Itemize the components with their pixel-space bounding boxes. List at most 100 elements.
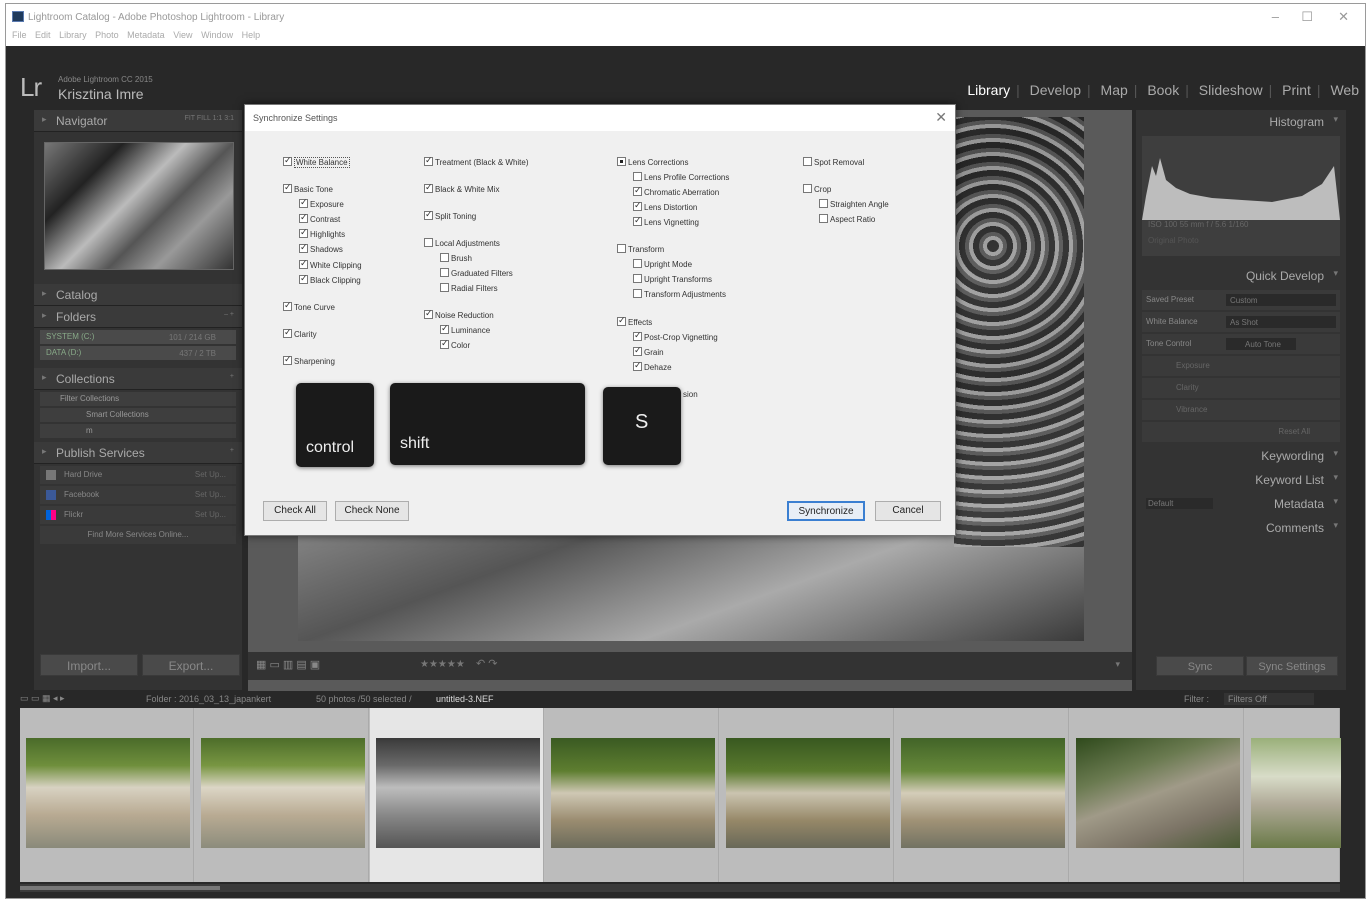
checkbox-black-clipping[interactable]: Black Clipping — [299, 273, 361, 286]
checkbox-noise-reduction[interactable]: Noise Reduction — [424, 308, 494, 321]
checkbox-luminance[interactable]: Luminance — [440, 323, 490, 336]
checkbox-lens-profile-corrections[interactable]: Lens Profile Corrections — [633, 172, 729, 183]
collection-item[interactable]: Smart Collections — [40, 408, 236, 422]
cancel-button[interactable]: Cancel — [875, 501, 941, 521]
filmstrip-view-icons[interactable]: ▭ ▭ ▦ ◂ ▸ — [20, 693, 65, 704]
checkbox-black-white-mix[interactable]: Black & White Mix — [424, 182, 499, 195]
rotate-icons[interactable]: ↶ ↷ — [476, 657, 498, 670]
reset-all-button[interactable]: Reset All — [1142, 422, 1340, 442]
checkbox-basic-tone[interactable]: Basic Tone — [283, 182, 333, 195]
service-facebook[interactable]: Facebook Set Up... — [40, 486, 236, 504]
check-none-button[interactable]: Check None — [335, 501, 409, 521]
menu-photo[interactable]: Photo — [95, 30, 119, 40]
thumbnail[interactable] — [1251, 738, 1341, 848]
rating-stars[interactable]: ★★★★★ — [420, 659, 465, 670]
checkbox-shadows[interactable]: Shadows — [299, 242, 343, 255]
checkbox-transform[interactable]: Transform — [617, 244, 664, 255]
collection-item[interactable]: m — [40, 424, 236, 438]
exposure-row[interactable]: Exposure — [1142, 356, 1340, 376]
module-develop[interactable]: Develop — [1030, 82, 1081, 98]
scrollbar-thumb[interactable] — [20, 886, 220, 890]
minimize-button[interactable]: – — [1272, 9, 1279, 24]
checkbox-chromatic-aberration[interactable]: Chromatic Aberration — [633, 185, 719, 198]
filmstrip-scrollbar[interactable] — [20, 884, 1340, 892]
checkbox-local-adjustments[interactable]: Local Adjustments — [424, 238, 500, 249]
folders-header[interactable]: Folders– + — [34, 306, 242, 328]
checkbox-lens-vignetting[interactable]: Lens Vignetting — [633, 215, 699, 228]
filmstrip-cell[interactable] — [895, 708, 1069, 882]
import-button[interactable]: Import... — [40, 654, 138, 676]
filmstrip-cell-selected[interactable] — [370, 708, 544, 882]
maximize-button[interactable]: ☐ — [1301, 9, 1313, 25]
service-setup[interactable]: Set Up... — [195, 490, 226, 499]
check-all-button[interactable]: Check All — [263, 501, 327, 521]
checkbox-clarity[interactable]: Clarity — [283, 327, 317, 340]
checkbox-sharpening[interactable]: Sharpening — [283, 354, 335, 367]
metadata-preset[interactable]: Default — [1146, 498, 1214, 509]
checkbox-grain[interactable]: Grain — [633, 345, 664, 358]
menu-file[interactable]: File — [12, 30, 27, 40]
thumbnail[interactable] — [201, 738, 365, 848]
zoom-options[interactable]: FIT FILL 1:1 3:1 — [185, 115, 234, 122]
checkbox-upright-mode[interactable]: Upright Mode — [633, 259, 692, 270]
menu-edit[interactable]: Edit — [35, 30, 51, 40]
filmstrip-cell[interactable] — [1245, 708, 1341, 882]
checkbox-lens-corrections[interactable]: Lens Corrections — [617, 157, 688, 168]
filmstrip-cell[interactable] — [1070, 708, 1244, 882]
checkbox-aspect-ratio[interactable]: Aspect Ratio — [819, 214, 875, 225]
filmstrip-cell[interactable] — [20, 708, 194, 882]
quick-develop-header[interactable]: Quick Develop — [1136, 264, 1346, 288]
checkbox-post-crop-vignetting[interactable]: Post-Crop Vignetting — [633, 330, 718, 343]
checkbox-upright-transforms[interactable]: Upright Transforms — [633, 274, 712, 285]
menu-library[interactable]: Library — [59, 30, 87, 40]
filmstrip-cell[interactable] — [720, 708, 894, 882]
menu-view[interactable]: View — [173, 30, 192, 40]
checkbox-lens-distortion[interactable]: Lens Distortion — [633, 200, 697, 213]
volume-system[interactable]: SYSTEM (C:) 101 / 214 GB — [40, 330, 236, 344]
module-web[interactable]: Web — [1330, 82, 1359, 98]
checkbox-spot-removal[interactable]: Spot Removal — [803, 157, 864, 168]
collection-item[interactable]: Filter Collections — [40, 392, 236, 406]
toolbar-menu-icon[interactable]: ▾ — [1115, 659, 1120, 670]
dialog-close-icon[interactable]: ✕ — [935, 109, 947, 126]
histogram-header[interactable]: Histogram — [1136, 110, 1346, 134]
synchronize-button[interactable]: Synchronize — [787, 501, 865, 521]
module-library[interactable]: Library — [967, 82, 1010, 98]
clarity-row[interactable]: Clarity — [1142, 378, 1340, 398]
sync-button[interactable]: Sync — [1156, 656, 1244, 676]
menu-help[interactable]: Help — [242, 30, 261, 40]
checkbox-treatment[interactable]: Treatment (Black & White) — [424, 155, 529, 168]
module-print[interactable]: Print — [1282, 82, 1311, 98]
checkbox-split-toning[interactable]: Split Toning — [424, 209, 476, 222]
checkbox-exposure[interactable]: Exposure — [299, 197, 344, 210]
checkbox-white-balance[interactable]: White Balance — [283, 155, 350, 168]
service-hard-drive[interactable]: Hard Drive Set Up... — [40, 466, 236, 484]
view-mode-icons[interactable]: ▦ ▭ ▥ ▤ ▣ — [256, 658, 320, 671]
folder-path[interactable]: Folder : 2016_03_13_japankert — [146, 694, 271, 704]
checkbox-crop[interactable]: Crop — [803, 184, 831, 195]
catalog-header[interactable]: Catalog — [34, 284, 242, 306]
module-book[interactable]: Book — [1147, 82, 1179, 98]
sync-settings-button[interactable]: Sync Settings — [1246, 656, 1338, 676]
export-button[interactable]: Export... — [142, 654, 240, 676]
checkbox-graduated-filters[interactable]: Graduated Filters — [440, 268, 513, 279]
filmstrip-cell[interactable] — [195, 708, 369, 882]
service-setup[interactable]: Set Up... — [195, 470, 226, 479]
menu-window[interactable]: Window — [201, 30, 233, 40]
keywording-header[interactable]: Keywording — [1136, 444, 1346, 468]
publish-services-header[interactable]: Publish Services+ — [34, 442, 242, 464]
checkbox-effects[interactable]: Effects — [617, 315, 652, 328]
keyword-list-header[interactable]: Keyword List — [1136, 468, 1346, 492]
filmstrip-cell[interactable] — [545, 708, 719, 882]
service-setup[interactable]: Set Up... — [195, 510, 226, 519]
current-file[interactable]: untitled-3.NEF — [436, 694, 494, 704]
auto-tone-button[interactable]: Auto Tone — [1226, 338, 1296, 350]
filter-select[interactable]: Filters Off — [1224, 693, 1314, 705]
checkbox-straighten-angle[interactable]: Straighten Angle — [819, 199, 889, 210]
checkbox-transform-adjustments[interactable]: Transform Adjustments — [633, 289, 726, 300]
module-map[interactable]: Map — [1101, 82, 1128, 98]
close-button[interactable]: ✕ — [1338, 9, 1349, 25]
thumbnail[interactable] — [901, 738, 1065, 848]
metadata-header[interactable]: Default Metadata — [1136, 492, 1346, 516]
white-balance-select[interactable]: As Shot — [1226, 316, 1336, 328]
